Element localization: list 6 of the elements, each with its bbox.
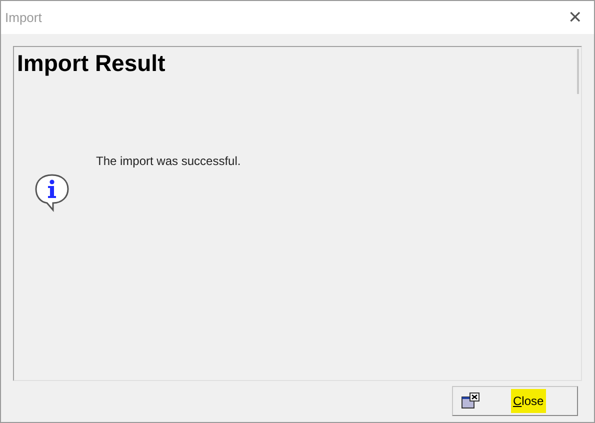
window-title: Import [5, 8, 42, 27]
close-button[interactable]: Close [452, 386, 578, 416]
close-button[interactable]: ✕ [568, 9, 582, 26]
result-message: The import was successful. [96, 152, 241, 170]
result-heading: Import Result [16, 49, 166, 78]
window-close-icon [461, 392, 481, 410]
